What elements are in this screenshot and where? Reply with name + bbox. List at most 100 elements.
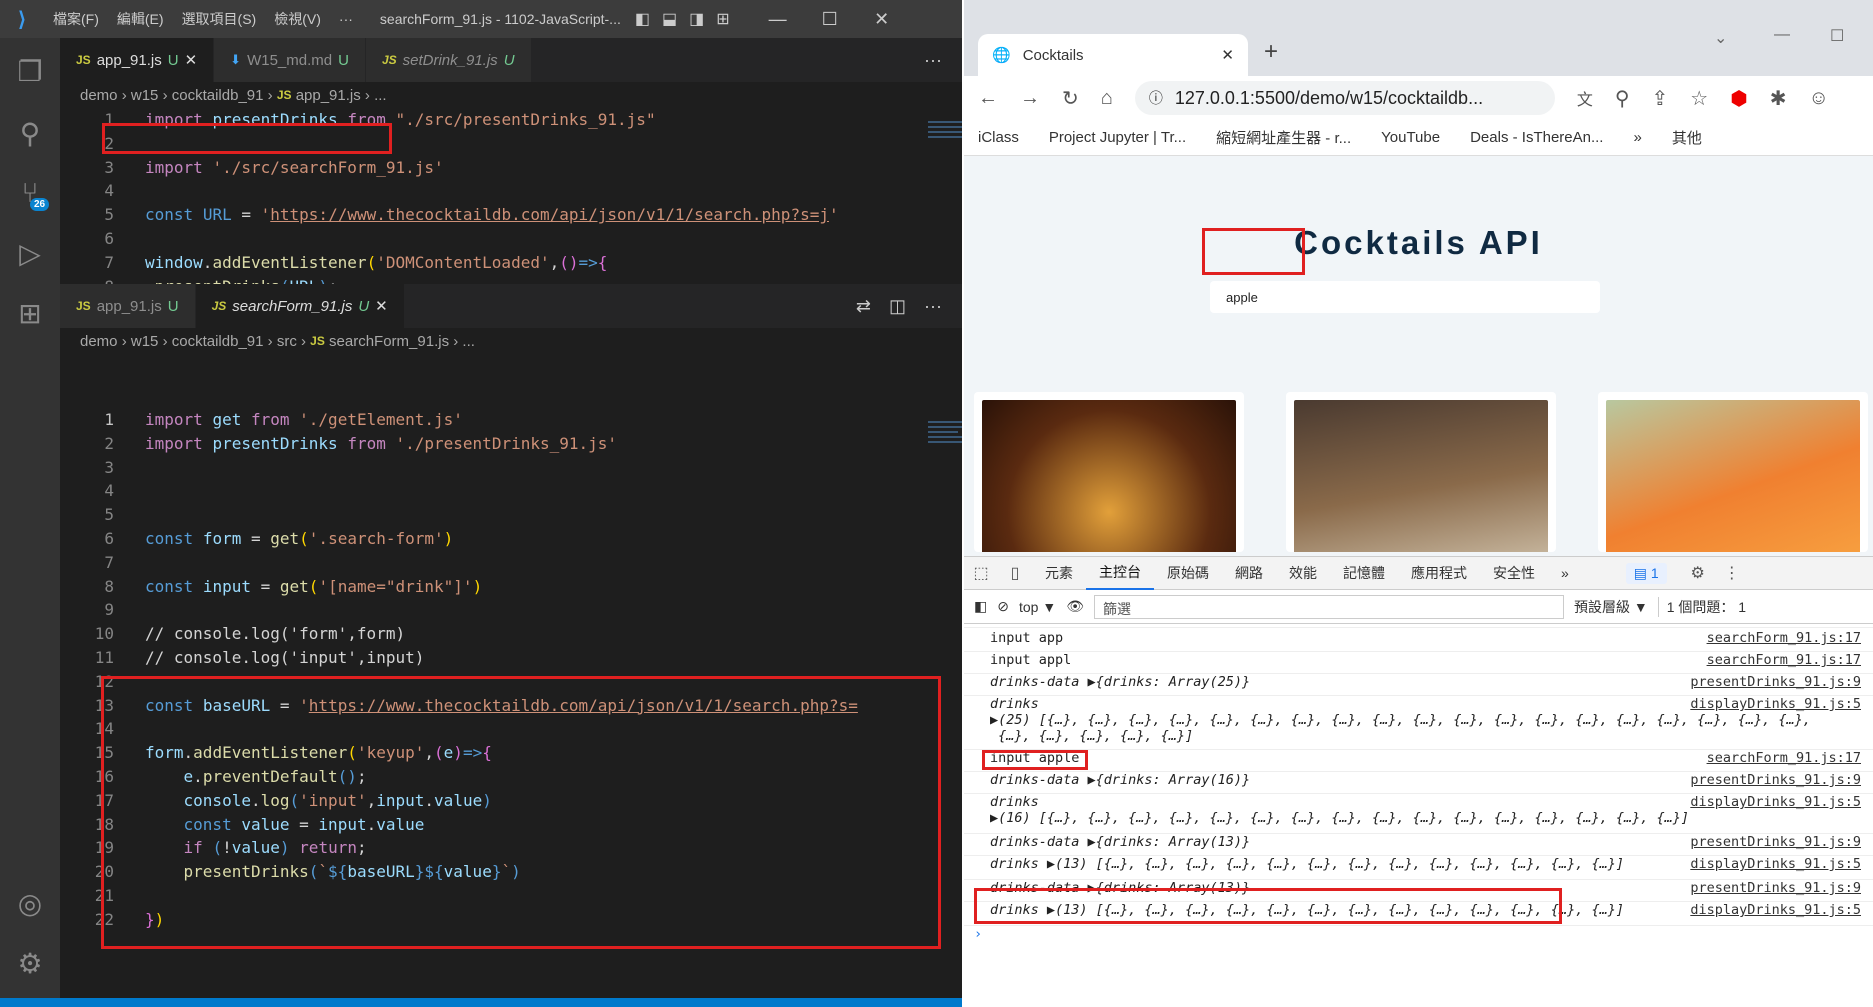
panel-network[interactable]: 網路	[1222, 556, 1276, 590]
extension-adblock-icon[interactable]: ⬢	[1730, 86, 1747, 111]
menu-more[interactable]: ···	[330, 11, 362, 27]
source-link[interactable]: displayDrinks_91.js:5	[1690, 794, 1861, 810]
panel-sources[interactable]: 原始碼	[1154, 556, 1222, 590]
issues-counter[interactable]: 1 個問題： 1	[1657, 596, 1746, 617]
address-bar[interactable]: ⓘ 127.0.0.1:5500/demo/w15/cocktaildb...	[1134, 81, 1555, 115]
browser-tab[interactable]: 🌐 Cocktails ✕	[978, 34, 1248, 76]
bookmark-iclass[interactable]: iClass	[978, 129, 1019, 146]
console-message[interactable]: drinks ▶(25) [{…}, {…}, {…}, {…}, {…}, {…	[964, 696, 1873, 750]
tab-search-icon[interactable]: ⌄	[1714, 28, 1727, 48]
context-selector[interactable]: top ▼	[1019, 599, 1056, 615]
back-icon[interactable]: ←	[978, 87, 998, 110]
tab-searchform-js[interactable]: JS searchForm_91.js U ✕	[195, 284, 405, 328]
devtools-settings-icon[interactable]: ⚙	[1681, 563, 1715, 583]
explorer-icon[interactable]: ❐	[0, 46, 60, 96]
drink-card[interactable]	[1286, 392, 1556, 552]
tab-w15-md[interactable]: ⬇ W15_md.md U	[214, 38, 366, 82]
panel-application[interactable]: 應用程式	[1398, 556, 1480, 590]
search-icon[interactable]: ⚲	[0, 108, 60, 158]
close-window-button[interactable]: ✕	[856, 9, 908, 30]
source-link[interactable]: presentDrinks_91.js:9	[1690, 880, 1861, 896]
bookmark-star-icon[interactable]: ☆	[1690, 86, 1708, 111]
menu-edit[interactable]: 編輯(E)	[108, 9, 173, 29]
minimize-button[interactable]: —	[1774, 26, 1790, 44]
panel-security[interactable]: 安全性	[1480, 556, 1548, 590]
toggle-secondary-sidebar-icon[interactable]: ◨	[689, 9, 704, 29]
menu-selection[interactable]: 選取項目(S)	[173, 9, 266, 29]
tab-setdrink-js[interactable]: JS setDrink_91.js U	[365, 38, 532, 82]
home-icon[interactable]: ⌂	[1101, 87, 1113, 110]
devtools-menu-icon[interactable]: ⋮	[1715, 563, 1749, 583]
close-tab-icon[interactable]: ✕	[185, 51, 198, 69]
panel-overflow[interactable]: »	[1548, 556, 1582, 590]
menu-view[interactable]: 檢視(V)	[265, 9, 330, 29]
source-link[interactable]: displayDrinks_91.js:5	[1690, 696, 1861, 712]
minimap[interactable]	[928, 418, 962, 468]
source-link[interactable]: searchForm_91.js:17	[1707, 652, 1861, 668]
maximize-button[interactable]: ☐	[1830, 26, 1844, 46]
breadcrumb-item[interactable]: w15	[131, 333, 159, 350]
source-link[interactable]: searchForm_91.js:17	[1707, 750, 1861, 766]
close-tab-icon[interactable]: ✕	[1221, 46, 1234, 64]
panel-elements[interactable]: 元素	[1032, 556, 1086, 590]
breadcrumb-item[interactable]: cocktaildb_91	[172, 333, 264, 350]
source-control-icon[interactable]: ⑂ 26	[0, 168, 60, 218]
customize-layout-icon[interactable]: ⊞	[716, 9, 729, 29]
site-info-icon[interactable]: ⓘ	[1149, 88, 1163, 108]
breadcrumb-item[interactable]: app_91.js	[296, 87, 361, 104]
bookmark-jupyter[interactable]: Project Jupyter | Tr...	[1049, 129, 1186, 146]
share-icon[interactable]: ⇪	[1652, 86, 1669, 111]
maximize-button[interactable]: ☐	[804, 9, 856, 30]
run-debug-icon[interactable]: ▷	[0, 228, 60, 278]
console-prompt[interactable]: ›	[964, 926, 1873, 946]
menu-file[interactable]: 檔案(F)	[44, 9, 108, 29]
bookmarks-overflow[interactable]: »	[1633, 129, 1641, 146]
live-expression-icon[interactable]: 👁	[1066, 598, 1084, 615]
console-message[interactable]: drinks-data ▶{drinks: Array(16)} presentD…	[964, 772, 1873, 794]
source-link[interactable]: presentDrinks_91.js:9	[1690, 674, 1861, 690]
tab-app-js[interactable]: JS app_91.js U ✕	[60, 38, 215, 82]
more-actions-icon[interactable]: ···	[924, 296, 942, 317]
breadcrumb-item[interactable]: demo	[80, 333, 118, 350]
extensions-icon[interactable]: ✱	[1770, 86, 1787, 111]
tab-app-js-bottom[interactable]: JS app_91.js U	[60, 284, 196, 328]
panel-console[interactable]: 主控台	[1086, 556, 1154, 590]
account-icon[interactable]: ◎	[0, 878, 60, 928]
open-changes-icon[interactable]: ⇄	[856, 296, 871, 317]
breadcrumb-item[interactable]: searchForm_91.js	[329, 333, 449, 350]
reload-icon[interactable]: ↻	[1062, 86, 1079, 111]
console-filter-input[interactable]: 篩選	[1093, 594, 1564, 619]
extensions-icon[interactable]: ⊞	[0, 288, 60, 338]
split-editor-icon[interactable]: ◫	[889, 296, 906, 317]
zoom-icon[interactable]: ⚲	[1615, 86, 1630, 111]
console-message[interactable]: drinks-data ▶{drinks: Array(13)} presentD…	[964, 834, 1873, 856]
clear-console-icon[interactable]: ⊘	[997, 598, 1009, 615]
sidebar-toggle-icon[interactable]: ◧	[974, 598, 987, 615]
panel-memory[interactable]: 記憶體	[1330, 556, 1398, 590]
breadcrumb-item[interactable]: src	[277, 333, 297, 350]
drink-card[interactable]	[1598, 392, 1868, 552]
bookmark-deals[interactable]: Deals - IsThereAn...	[1470, 129, 1603, 146]
new-tab-icon[interactable]: +	[1264, 38, 1278, 66]
breadcrumb-item[interactable]: ...	[462, 333, 475, 350]
breadcrumb-item[interactable]: cocktaildb_91	[172, 87, 264, 104]
breadcrumb-item[interactable]: w15	[131, 87, 159, 104]
forward-icon[interactable]: →	[1020, 87, 1040, 110]
toggle-panel-icon[interactable]: ⬓	[662, 9, 677, 29]
drink-card[interactable]	[974, 392, 1244, 552]
source-link[interactable]: presentDrinks_91.js:9	[1690, 772, 1861, 788]
drink-search-input[interactable]	[1226, 281, 1286, 313]
panel-performance[interactable]: 效能	[1276, 556, 1330, 590]
source-link[interactable]: presentDrinks_91.js:9	[1690, 834, 1861, 850]
source-link[interactable]: displayDrinks_91.js:5	[1690, 856, 1861, 872]
bookmark-other[interactable]: 其他	[1672, 127, 1702, 148]
console-message[interactable]: drinks ▶(13) [{…}, {…}, {…}, {…}, {…}, {…	[964, 856, 1873, 880]
source-link[interactable]: displayDrinks_91.js:5	[1690, 902, 1861, 918]
minimap[interactable]	[928, 118, 962, 168]
source-link[interactable]: searchForm_91.js:17	[1707, 630, 1861, 646]
log-levels-dropdown[interactable]: 預設層級 ▼	[1574, 597, 1648, 617]
profile-avatar[interactable]: ☺	[1808, 87, 1828, 110]
bookmark-youtube[interactable]: YouTube	[1381, 129, 1440, 146]
more-actions-icon[interactable]: ···	[924, 50, 942, 71]
settings-gear-icon[interactable]: ⚙	[0, 938, 60, 988]
